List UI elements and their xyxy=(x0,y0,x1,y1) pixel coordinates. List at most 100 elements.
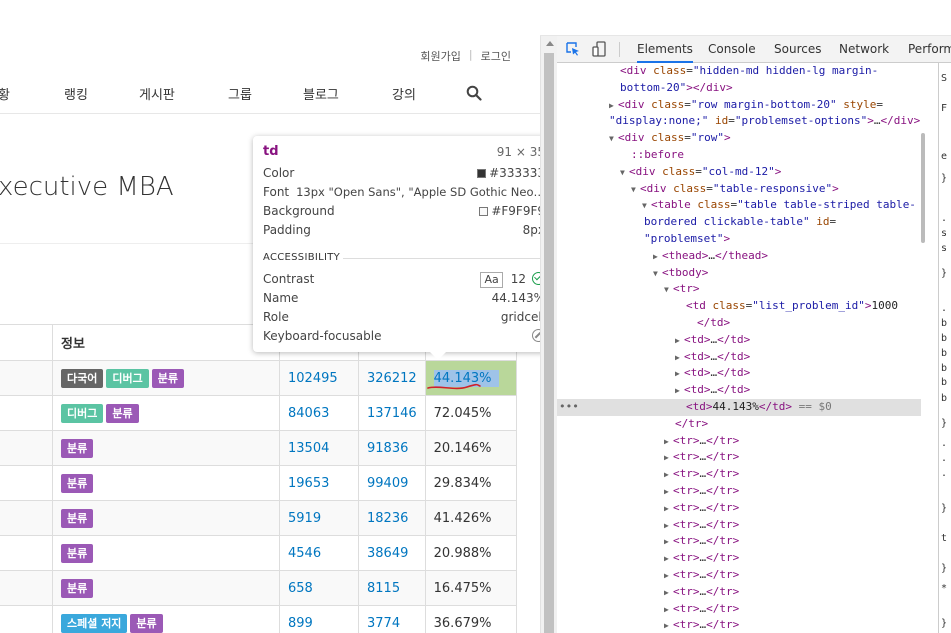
tag-badge[interactable]: 분류 xyxy=(61,438,94,458)
nav-divider xyxy=(0,113,540,114)
nav-item-status[interactable]: 황 xyxy=(0,84,10,103)
dom-node[interactable]: ▶ <tr>…</tr> xyxy=(557,567,921,585)
tab-network[interactable]: Network xyxy=(839,42,889,56)
tag-badge[interactable]: 분류 xyxy=(61,473,94,493)
solved-count-link[interactable]: 5919 xyxy=(288,511,321,526)
solved-count-link[interactable]: 102495 xyxy=(288,371,338,386)
dom-node[interactable]: ▶ <tr>…</tr> xyxy=(557,533,921,551)
id-cell xyxy=(0,465,53,501)
dom-node[interactable]: ::before xyxy=(557,147,921,164)
dom-node[interactable]: ▼ <tbody> xyxy=(557,265,921,283)
submission-count-link[interactable]: 3774 xyxy=(367,616,400,631)
dom-node[interactable]: ▶ <td>…</td> xyxy=(557,365,921,383)
tab-console[interactable]: Console xyxy=(708,42,756,56)
nav-item-blog[interactable]: 블로그 xyxy=(303,84,339,103)
tab-elements[interactable]: Elements xyxy=(637,42,693,63)
dom-node[interactable]: ▶ <tr>…</tr> xyxy=(557,500,921,518)
dom-node[interactable]: ▶ <tr>…</tr> xyxy=(557,466,921,484)
tab-performance[interactable]: Perform xyxy=(908,42,951,56)
signup-link[interactable]: 회원가입 xyxy=(420,48,460,64)
dom-node[interactable]: ▶ <td>…</td> xyxy=(557,349,921,367)
dom-node[interactable]: ▶ <tr>…</tr> xyxy=(557,433,921,451)
page-scrollbar[interactable] xyxy=(540,36,557,633)
solved-count-link[interactable]: 658 xyxy=(288,581,313,596)
table-row[interactable]: 디버그 분류 84063 137146 72.045% xyxy=(0,395,517,431)
styles-fragment: s xyxy=(941,243,948,254)
tag-badge[interactable]: 분류 xyxy=(130,613,163,633)
dom-node[interactable]: ▼ <div class="col-md-12"> xyxy=(557,164,921,182)
dom-tree-scrollbar-thumb[interactable] xyxy=(921,133,925,243)
dom-node[interactable]: <div class="hidden-md hidden-lg margin- xyxy=(557,63,921,80)
submission-count-link[interactable]: 8115 xyxy=(367,581,400,596)
nav-item-board[interactable]: 게시판 xyxy=(139,84,175,103)
tag-badge[interactable]: 분류 xyxy=(61,508,94,528)
dom-node[interactable]: ▶ <tr>…</tr> xyxy=(557,449,921,467)
nav-item-lecture[interactable]: 강의 xyxy=(392,84,416,103)
table-row[interactable]: 분류 4546 38649 20.988% xyxy=(0,535,517,571)
dom-node[interactable]: "problemset"> xyxy=(557,231,921,248)
dom-node[interactable]: ▼ <div class="table-responsive"> xyxy=(557,181,921,199)
submission-count-link[interactable]: 91836 xyxy=(367,441,408,456)
dom-node[interactable]: bottom-20"></div> xyxy=(557,80,921,97)
tag-badge[interactable]: 분류 xyxy=(151,368,184,388)
dom-node[interactable]: ▶ <td>…</td> xyxy=(557,382,921,400)
devtools-panel: Elements Console Sources Network Perform… xyxy=(557,36,951,633)
table-row[interactable]: 분류 13504 91836 20.146% xyxy=(0,430,517,466)
inspect-element-icon[interactable] xyxy=(566,42,580,56)
dom-node[interactable]: bordered clickable-table" id= xyxy=(557,214,921,231)
nav-item-group[interactable]: 그룹 xyxy=(228,84,252,103)
submission-count-link[interactable]: 38649 xyxy=(367,546,408,561)
dom-node[interactable]: ▼ <table class="table table-striped table… xyxy=(557,197,921,215)
search-icon[interactable] xyxy=(466,85,482,101)
tag-badge[interactable]: 다국어 xyxy=(61,368,104,388)
submission-count-link[interactable]: 137146 xyxy=(367,406,417,421)
solved-count-link[interactable]: 4546 xyxy=(288,546,321,561)
nav-item-ranking[interactable]: 랭킹 xyxy=(64,84,88,103)
dom-node[interactable]: ▼ <tr> xyxy=(557,281,921,299)
page-scrollbar-thumb[interactable] xyxy=(544,53,554,633)
dom-node[interactable]: ▶ <thead>…</thead> xyxy=(557,248,921,266)
dom-node[interactable]: <td class="list_problem_id">1000 xyxy=(557,298,921,315)
dom-node[interactable]: ▶ <tr>…</tr> xyxy=(557,550,921,568)
dom-node[interactable]: ▼ <div class="row"> xyxy=(557,130,921,148)
table-row[interactable]: 스페셜 저지 분류 899 3774 36.679% xyxy=(0,605,517,633)
tab-sources[interactable]: Sources xyxy=(774,42,821,56)
solved-count-link[interactable]: 19653 xyxy=(288,476,329,491)
devtools-tabbar: Elements Console Sources Network Perform xyxy=(557,36,951,63)
solved-count-link[interactable]: 899 xyxy=(288,616,313,631)
submission-count-link[interactable]: 99409 xyxy=(367,476,408,491)
table-row[interactable]: 분류 658 8115 16.475% xyxy=(0,570,517,606)
tag-badge[interactable]: 디버그 xyxy=(61,403,104,423)
tag-badge[interactable]: 분류 xyxy=(61,543,94,563)
dom-node[interactable]: ▶ <tr>…</tr> xyxy=(557,584,921,602)
red-underline-annotation xyxy=(427,383,481,390)
tag-badge[interactable]: 분류 xyxy=(61,578,94,598)
solved-count-link[interactable]: 13504 xyxy=(288,441,329,456)
table-row[interactable]: 분류 5919 18236 41.426% xyxy=(0,500,517,536)
ratio-value: 20.988% xyxy=(433,545,492,561)
dom-node[interactable]: "display:none;" id="problemset-options">… xyxy=(557,113,921,130)
tag-badge[interactable]: 스페셜 저지 xyxy=(61,613,128,633)
dom-node[interactable]: ▶ <tr>…</tr> xyxy=(557,483,921,501)
styles-fragment: s xyxy=(941,228,948,239)
solved-count-link[interactable]: 84063 xyxy=(288,406,329,421)
dom-node[interactable]: </tr> xyxy=(557,416,921,433)
login-link[interactable]: 로그인 xyxy=(481,48,511,64)
tag-badge[interactable]: 디버그 xyxy=(106,368,149,388)
scroll-up-arrow-icon[interactable] xyxy=(546,41,554,46)
dom-tree-scrollbar[interactable] xyxy=(921,63,925,633)
tag-badge[interactable]: 분류 xyxy=(106,403,139,423)
dom-node[interactable]: ▶ <div class="row margin-bottom-20" style… xyxy=(557,97,921,115)
dom-node[interactable]: </td> xyxy=(557,315,921,332)
dom-node[interactable]: ▶ <td>…</td> xyxy=(557,332,921,350)
table-row[interactable]: 분류 19653 99409 29.834% xyxy=(0,465,517,501)
dom-node-selected[interactable]: ••• <td>44.143%</td> == $0 xyxy=(557,399,921,416)
dom-node[interactable]: ▶ <tr>…</tr> xyxy=(557,617,921,633)
submission-count-link[interactable]: 326212 xyxy=(367,371,417,386)
styles-fragment: t xyxy=(941,533,948,544)
dom-node[interactable]: ▶ <tr>…</tr> xyxy=(557,601,921,619)
device-toolbar-icon[interactable] xyxy=(592,41,606,57)
dom-node[interactable]: ▶ <tr>…</tr> xyxy=(557,517,921,535)
submission-count-link[interactable]: 18236 xyxy=(367,511,408,526)
styles-fragment: b xyxy=(941,377,948,388)
